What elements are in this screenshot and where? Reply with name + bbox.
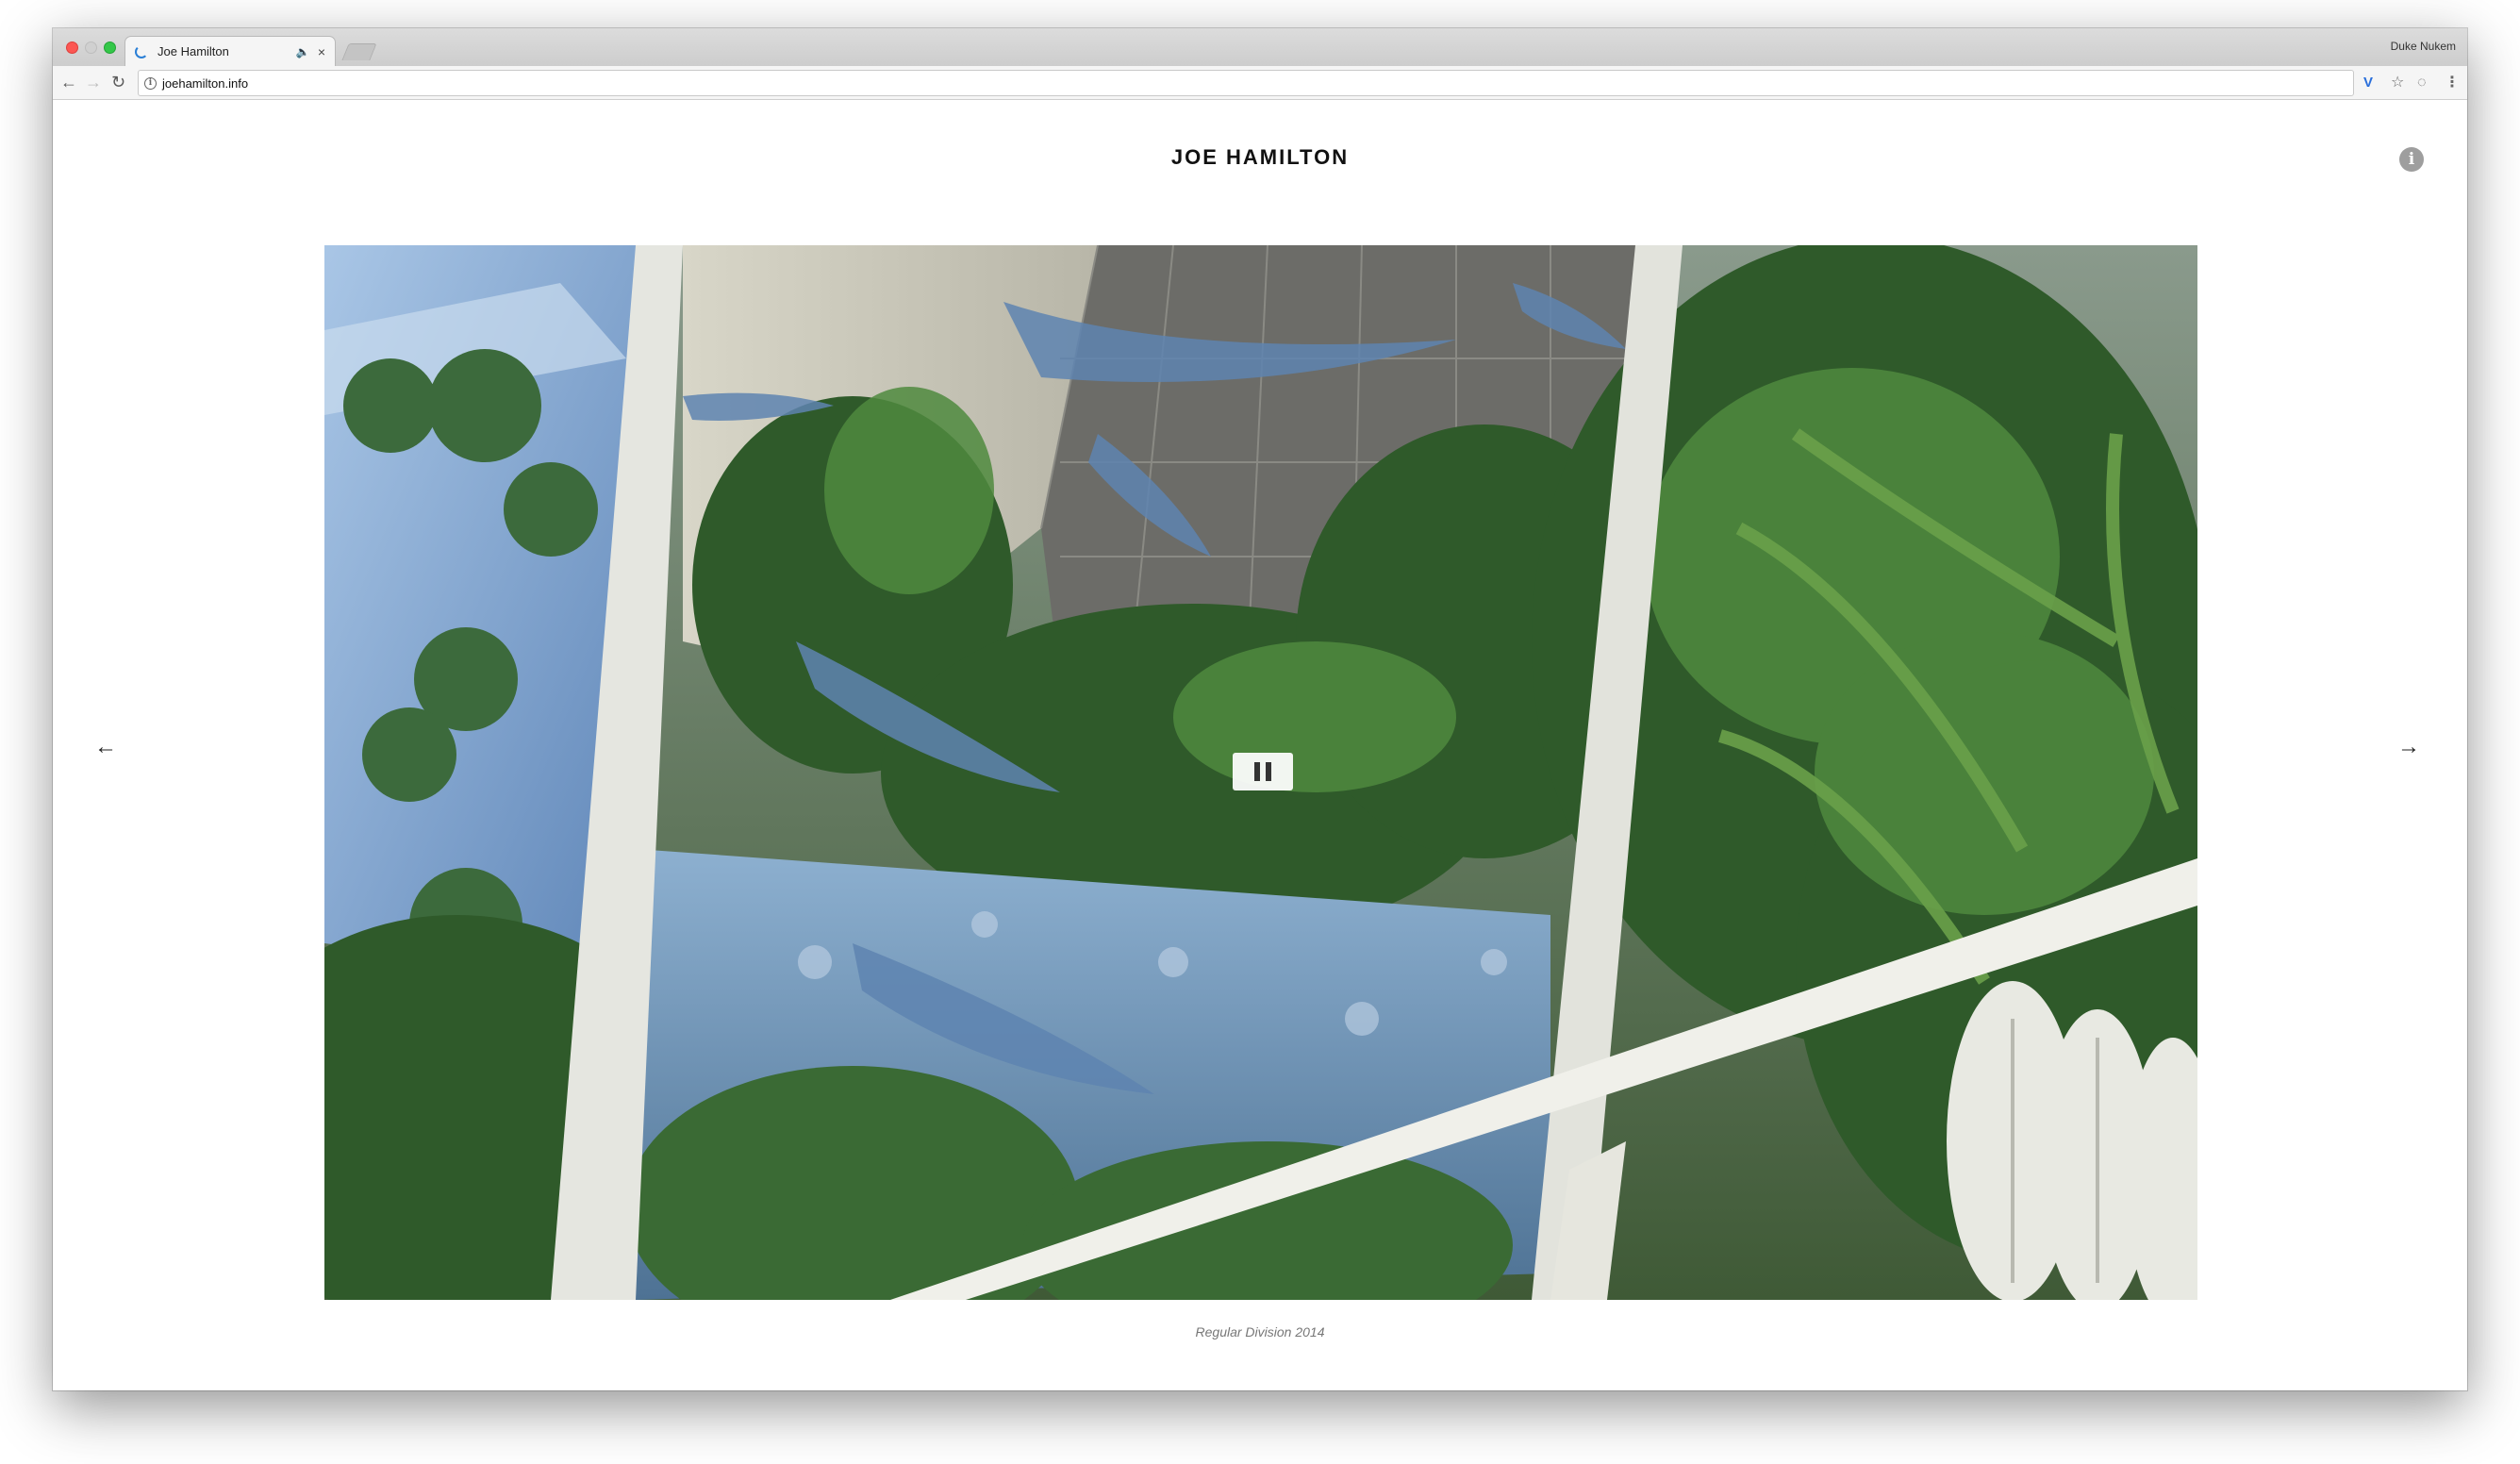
pause-icon-bar-left <box>1254 762 1260 781</box>
extension-icon[interactable]: V <box>2363 74 2373 92</box>
info-circle-icon[interactable]: i <box>144 76 157 90</box>
maximize-window-button[interactable] <box>104 42 116 54</box>
site-title[interactable]: JOE HAMILTON <box>53 145 2467 170</box>
forward-arrow-icon[interactable]: → <box>85 71 102 93</box>
artwork-caption: Regular Division 2014 <box>1195 1324 1325 1339</box>
video-player[interactable] <box>324 245 2197 1300</box>
star-icon[interactable]: ☆ <box>2391 74 2404 92</box>
address-bar[interactable]: i joehamilton.info <box>138 70 2354 96</box>
back-arrow-icon[interactable]: ← <box>60 71 77 93</box>
speaker-icon[interactable]: 🔈 <box>296 45 310 58</box>
new-tab-button[interactable] <box>341 43 377 60</box>
tab-joe-hamilton[interactable]: Joe Hamilton 🔈 × <box>124 36 336 66</box>
tab-bar: Joe Hamilton 🔈 × Duke Nukem <box>53 28 2467 66</box>
close-window-button[interactable] <box>66 42 78 54</box>
previous-arrow-button[interactable]: ← <box>94 736 117 758</box>
shield-icon[interactable]: ◌ <box>2417 74 2427 92</box>
pause-icon-bar-right <box>1266 762 1271 781</box>
reload-icon[interactable]: ↻ <box>111 71 125 93</box>
menu-icon[interactable]: ⋮ <box>2445 74 2460 92</box>
window-controls <box>66 42 116 54</box>
next-arrow-button[interactable]: → <box>2397 736 2420 758</box>
pause-button[interactable] <box>1233 753 1293 790</box>
info-icon[interactable]: i <box>2399 147 2424 172</box>
close-tab-button[interactable]: × <box>318 44 325 59</box>
loading-spinner-icon <box>135 44 148 58</box>
web-page: JOE HAMILTON i ← → Regular Division 2014 <box>53 100 2467 1390</box>
profile-name[interactable]: Duke Nukem <box>2391 40 2456 53</box>
browser-toolbar: ← → ↻ i joehamilton.info V ☆ ◌ ⋮ <box>53 66 2467 100</box>
url-text[interactable]: joehamilton.info <box>162 76 248 91</box>
tab-title: Joe Hamilton <box>158 44 229 58</box>
minimize-window-button[interactable] <box>85 42 97 54</box>
browser-window: Joe Hamilton 🔈 × Duke Nukem ← → ↻ i joeh… <box>53 28 2467 1390</box>
